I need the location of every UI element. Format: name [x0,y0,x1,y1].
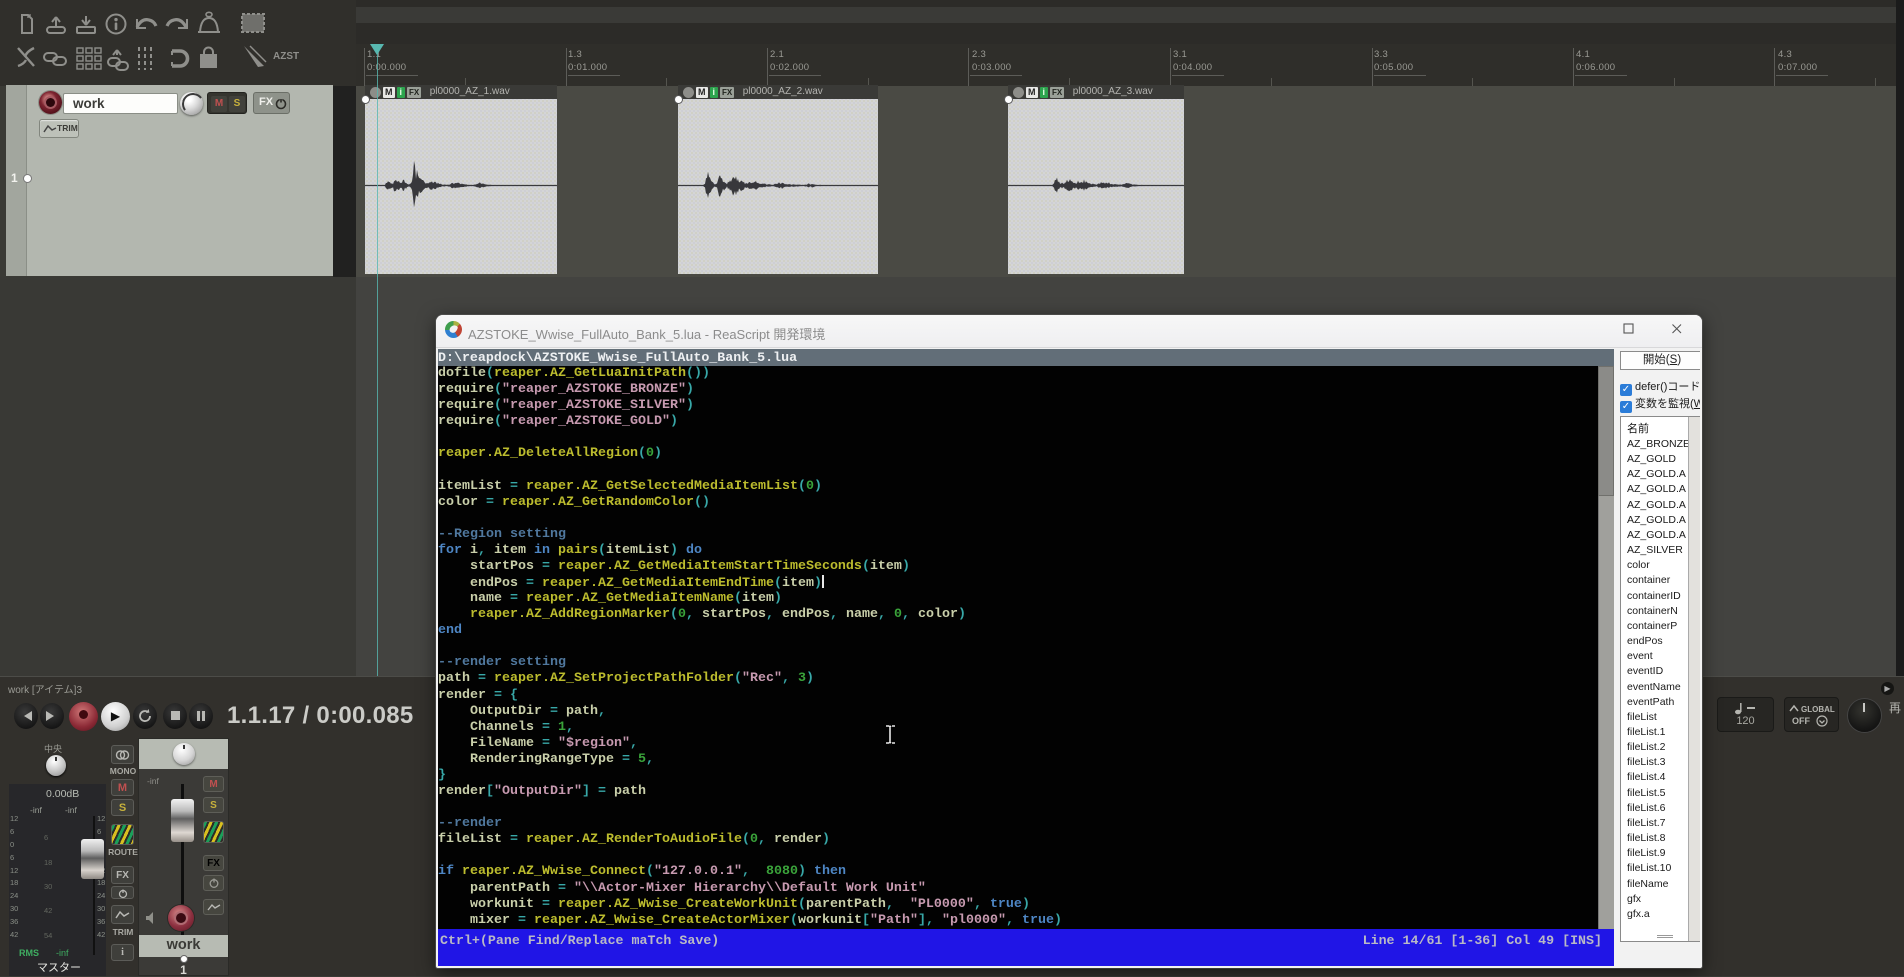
svg-text:GLOBAL: GLOBAL [1801,705,1835,713]
